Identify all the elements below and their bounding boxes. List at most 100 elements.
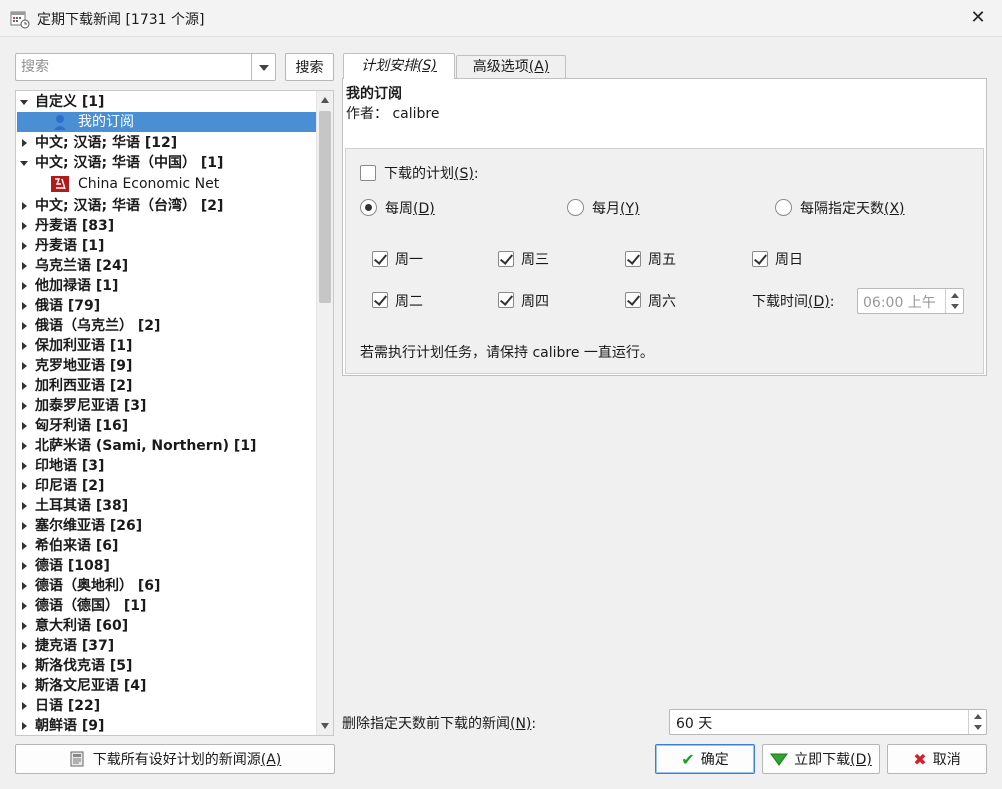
sunday-checkbox[interactable] (752, 251, 768, 267)
expand-arrow-icon[interactable] (22, 222, 27, 230)
tree-category[interactable]: 丹麦语 [1] (16, 236, 316, 256)
spin-down-icon[interactable] (974, 725, 982, 730)
expand-arrow-icon[interactable] (22, 562, 27, 570)
tree-category[interactable]: 日语 [22] (16, 696, 316, 716)
saturday-checkbox[interactable] (625, 292, 641, 308)
sunday-label[interactable]: 周日 (775, 249, 803, 269)
tree-category[interactable]: 北萨米语 (Sami, Northern) [1] (16, 436, 316, 456)
expand-arrow-icon[interactable] (22, 342, 27, 350)
tree-category[interactable]: 印尼语 [2] (16, 476, 316, 496)
expand-arrow-icon[interactable] (22, 362, 27, 370)
tree-category[interactable]: 朝鲜语 [9] (16, 716, 316, 735)
expand-arrow-icon[interactable] (22, 582, 27, 590)
friday-label[interactable]: 周五 (648, 249, 676, 269)
tree-category[interactable]: 自定义 [1] (16, 92, 316, 112)
search-button[interactable]: 搜索 (285, 53, 334, 81)
interval-radio[interactable] (775, 199, 792, 216)
tree-category[interactable]: 土耳其语 [38] (16, 496, 316, 516)
enable-schedule-checkbox[interactable] (360, 165, 376, 181)
expand-arrow-icon[interactable] (22, 382, 27, 390)
tree-category[interactable]: 丹麦语 [83] (16, 216, 316, 236)
expand-arrow-icon[interactable] (22, 642, 27, 650)
ok-button[interactable]: ✔ 确定 (655, 744, 755, 774)
tree-category[interactable]: 克罗地亚语 [9] (16, 356, 316, 376)
expand-arrow-icon[interactable] (22, 302, 27, 310)
download-time-input[interactable]: 06:00 上午 (857, 288, 964, 314)
tree-category[interactable]: 印地语 [3] (16, 456, 316, 476)
scrollbar-thumb[interactable] (319, 111, 331, 303)
expand-arrow-icon[interactable] (22, 702, 27, 710)
expand-arrow-icon[interactable] (22, 262, 27, 270)
enable-schedule-label[interactable]: 下载的计划(S): (384, 163, 479, 183)
tree-category[interactable]: 乌克兰语 [24] (16, 256, 316, 276)
monday-checkbox[interactable] (372, 251, 388, 267)
tree-category[interactable]: 塞尔维亚语 [26] (16, 516, 316, 536)
expand-arrow-icon[interactable] (22, 462, 27, 470)
monday-label[interactable]: 周一 (395, 249, 423, 269)
tree-category[interactable]: 德语 [108] (16, 556, 316, 576)
tab-advanced[interactable]: 高级选项(A) (456, 55, 566, 78)
expand-arrow-icon[interactable] (22, 662, 27, 670)
saturday-label[interactable]: 周六 (648, 291, 676, 311)
expand-arrow-icon[interactable] (22, 322, 27, 330)
expand-arrow-icon[interactable] (22, 422, 27, 430)
tree-category[interactable]: 捷克语 [37] (16, 636, 316, 656)
close-icon[interactable]: ✕ (966, 6, 990, 30)
download-all-scheduled-button[interactable]: 下载所有设好计划的新闻源(A) (15, 744, 335, 774)
tuesday-checkbox[interactable] (372, 292, 388, 308)
wednesday-label[interactable]: 周三 (521, 249, 549, 269)
tree-category[interactable]: 俄语（乌克兰） [2] (16, 316, 316, 336)
tree-category[interactable]: 中文; 汉语; 华语（台湾） [2] (16, 196, 316, 216)
tree-item-selected[interactable]: 我的订阅 (17, 112, 316, 132)
weekly-radio[interactable] (360, 199, 377, 216)
interval-label[interactable]: 每隔指定天数(X) (800, 198, 905, 218)
tree-item[interactable]: China Economic Net (17, 174, 316, 194)
spin-up-icon[interactable] (951, 293, 959, 298)
spin-up-icon[interactable] (974, 714, 982, 719)
search-input[interactable] (16, 54, 251, 80)
expand-arrow-icon[interactable] (20, 161, 28, 166)
cancel-button[interactable]: ✖ 取消 (887, 744, 987, 774)
weekly-label[interactable]: 每周(D) (385, 198, 435, 218)
expand-arrow-icon[interactable] (22, 482, 27, 490)
tree-category[interactable]: 斯洛伐克语 [5] (16, 656, 316, 676)
expand-arrow-icon[interactable] (22, 542, 27, 550)
expand-arrow-icon[interactable] (22, 282, 27, 290)
search-history-dropdown[interactable] (251, 53, 276, 81)
expand-arrow-icon[interactable] (22, 602, 27, 610)
expand-arrow-icon[interactable] (22, 502, 27, 510)
tab-schedule[interactable]: 计划安排(S) (343, 53, 455, 79)
expand-arrow-icon[interactable] (22, 202, 27, 210)
expand-arrow-icon[interactable] (22, 722, 27, 730)
time-spinner[interactable] (945, 289, 963, 313)
expand-arrow-icon[interactable] (22, 442, 27, 450)
days-spinner[interactable] (968, 710, 986, 734)
search-field[interactable] (15, 53, 251, 81)
tree-category[interactable]: 德语（奥地利） [6] (16, 576, 316, 596)
spin-down-icon[interactable] (951, 304, 959, 309)
tuesday-label[interactable]: 周二 (395, 291, 423, 311)
tree-scrollbar[interactable] (316, 91, 333, 735)
tree-category[interactable]: 斯洛文尼亚语 [4] (16, 676, 316, 696)
expand-arrow-icon[interactable] (22, 402, 27, 410)
tree-category[interactable]: 加利西亚语 [2] (16, 376, 316, 396)
thursday-checkbox[interactable] (498, 292, 514, 308)
tree-category[interactable]: 俄语 [79] (16, 296, 316, 316)
expand-arrow-icon[interactable] (22, 682, 27, 690)
expand-arrow-icon[interactable] (22, 622, 27, 630)
expand-arrow-icon[interactable] (22, 242, 27, 250)
thursday-label[interactable]: 周四 (521, 291, 549, 311)
expand-arrow-icon[interactable] (20, 100, 28, 105)
recipe-tree[interactable]: 自定义 [1] 我的订阅 中文; 汉语; 华语 [12] 中文; 汉语; 华语（… (15, 90, 334, 736)
monthly-radio[interactable] (567, 199, 584, 216)
tree-category[interactable]: 中文; 汉语; 华语（中国） [1] (16, 153, 316, 173)
expand-arrow-icon[interactable] (22, 522, 27, 530)
scroll-up-icon[interactable] (321, 97, 329, 103)
tree-category[interactable]: 匈牙利语 [16] (16, 416, 316, 436)
download-now-button[interactable]: 立即下载(D) (762, 744, 880, 774)
wednesday-checkbox[interactable] (498, 251, 514, 267)
expand-arrow-icon[interactable] (22, 139, 27, 147)
delete-days-input[interactable]: 60 天 (669, 709, 987, 735)
tree-category[interactable]: 德语（德国） [1] (16, 596, 316, 616)
tree-category[interactable]: 意大利语 [60] (16, 616, 316, 636)
